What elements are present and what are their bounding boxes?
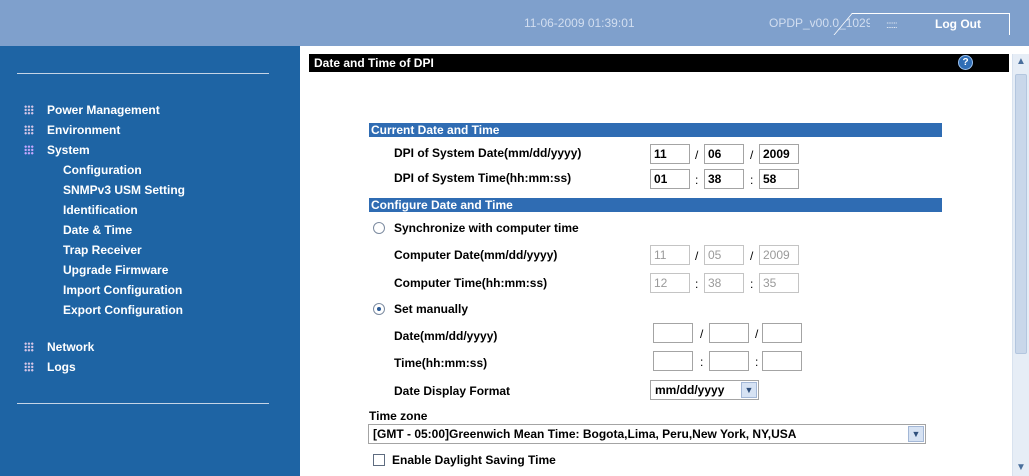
dots-grid-icon — [24, 125, 34, 135]
scroll-thumb[interactable] — [1015, 74, 1027, 354]
help-icon[interactable]: ? — [958, 55, 973, 70]
vertical-scrollbar[interactable]: ▲ ▼ — [1012, 54, 1029, 476]
sidebar-subitem-date-time[interactable]: Date & Time — [63, 223, 132, 237]
timezone-label: Time zone — [369, 409, 428, 423]
sidebar-subitem-trap-receiver[interactable]: Trap Receiver — [63, 243, 142, 257]
header-datetime: 11-06-2009 01:39:01 — [524, 16, 635, 30]
system-date-label: DPI of System Date(mm/dd/yyyy) — [394, 146, 582, 160]
page-title: Date and Time of DPI — [314, 56, 434, 70]
sync-computer-time-label: Synchronize with computer time — [394, 221, 579, 235]
logout-label: Log Out — [935, 17, 981, 31]
sidebar-item-label: Power Management — [47, 103, 160, 117]
sidebar-subitem-import-configuration[interactable]: Import Configuration — [63, 283, 182, 297]
manual-time-hour-field[interactable] — [653, 351, 693, 371]
sidebar-divider-top — [17, 73, 269, 74]
date-separator: / — [695, 249, 699, 263]
daylight-saving-label: Enable Daylight Saving Time — [392, 453, 556, 467]
page-title-bar: Date and Time of DPI ? — [309, 54, 1009, 72]
section-header-configure: Configure Date and Time — [369, 198, 942, 212]
manual-time-second-field[interactable] — [762, 351, 802, 371]
set-manually-radio[interactable] — [373, 303, 385, 315]
time-separator: : — [695, 173, 699, 187]
timezone-value: [GMT - 05:00]Greenwich Mean Time: Bogota… — [373, 427, 797, 441]
system-time-label: DPI of System Time(hh:mm:ss) — [394, 171, 572, 185]
manual-date-year-field[interactable] — [762, 323, 802, 343]
top-header: 11-06-2009 01:39:01 OPDP_v00.0_1029 ::::… — [0, 0, 1029, 46]
system-time-second-field[interactable] — [759, 169, 799, 189]
sidebar-divider-bottom — [17, 403, 269, 404]
sidebar-subitem-snmpv3-usm[interactable]: SNMPv3 USM Setting — [63, 183, 185, 197]
computer-time-hour-field — [650, 273, 690, 293]
sidebar-item-label: Logs — [47, 360, 76, 374]
manual-time-label: Time(hh:mm:ss) — [394, 356, 488, 370]
system-date-month-field[interactable] — [650, 144, 690, 164]
system-time-minute-field[interactable] — [704, 169, 744, 189]
computer-time-label: Computer Time(hh:mm:ss) — [394, 276, 548, 290]
manual-date-label: Date(mm/dd/yyyy) — [394, 329, 498, 343]
logout-dots-icon: :::::: — [886, 20, 898, 31]
computer-date-year-field — [759, 245, 799, 265]
date-format-label: Date Display Format — [394, 384, 511, 398]
dots-grid-icon — [24, 145, 34, 155]
date-separator: / — [695, 148, 699, 162]
sidebar-item-label: Network — [47, 340, 95, 354]
date-separator: / — [700, 327, 704, 341]
time-separator: : — [755, 355, 759, 369]
scroll-down-icon[interactable]: ▼ — [1013, 460, 1029, 476]
chevron-down-icon[interactable]: ▼ — [908, 426, 924, 442]
sync-computer-time-radio[interactable] — [373, 222, 385, 234]
time-separator: : — [750, 277, 754, 291]
computer-time-second-field — [759, 273, 799, 293]
system-date-year-field[interactable] — [759, 144, 799, 164]
chevron-down-icon[interactable]: ▼ — [741, 382, 757, 398]
computer-date-day-field — [704, 245, 744, 265]
scroll-up-icon[interactable]: ▲ — [1013, 54, 1029, 70]
date-separator: / — [755, 327, 759, 341]
manual-time-minute-field[interactable] — [709, 351, 749, 371]
time-separator: : — [750, 173, 754, 187]
dots-grid-icon — [24, 105, 34, 115]
computer-date-month-field — [650, 245, 690, 265]
main-panel: Date and Time of DPI ? ▲ ▼ Current Date … — [300, 46, 1029, 476]
section-header-current: Current Date and Time — [369, 123, 942, 137]
logout-button[interactable]: :::::: Log Out — [833, 13, 1010, 35]
daylight-saving-checkbox[interactable] — [373, 454, 385, 466]
time-separator: : — [695, 277, 699, 291]
system-date-day-field[interactable] — [704, 144, 744, 164]
manual-date-day-field[interactable] — [709, 323, 749, 343]
sidebar-item-label: Environment — [47, 123, 121, 137]
sidebar-subitem-upgrade-firmware[interactable]: Upgrade Firmware — [63, 263, 168, 277]
dots-grid-icon — [24, 362, 34, 372]
manual-date-month-field[interactable] — [653, 323, 693, 343]
date-separator: / — [750, 249, 754, 263]
computer-time-minute-field — [704, 273, 744, 293]
sidebar-subitem-identification[interactable]: Identification — [63, 203, 138, 217]
timezone-select[interactable]: [GMT - 05:00]Greenwich Mean Time: Bogota… — [368, 424, 926, 444]
date-format-value: mm/dd/yyyy — [655, 383, 725, 397]
set-manually-label: Set manually — [394, 302, 469, 316]
computer-date-label: Computer Date(mm/dd/yyyy) — [394, 248, 558, 262]
time-separator: : — [700, 355, 704, 369]
dots-grid-icon — [24, 342, 34, 352]
sidebar: Power Management Environment System Conf… — [0, 46, 300, 476]
date-separator: / — [750, 148, 754, 162]
sidebar-subitem-configuration[interactable]: Configuration — [63, 163, 142, 177]
sidebar-item-label: System — [47, 143, 90, 157]
date-format-select[interactable]: mm/dd/yyyy ▼ — [650, 380, 759, 400]
sidebar-subitem-export-configuration[interactable]: Export Configuration — [63, 303, 183, 317]
system-time-hour-field[interactable] — [650, 169, 690, 189]
